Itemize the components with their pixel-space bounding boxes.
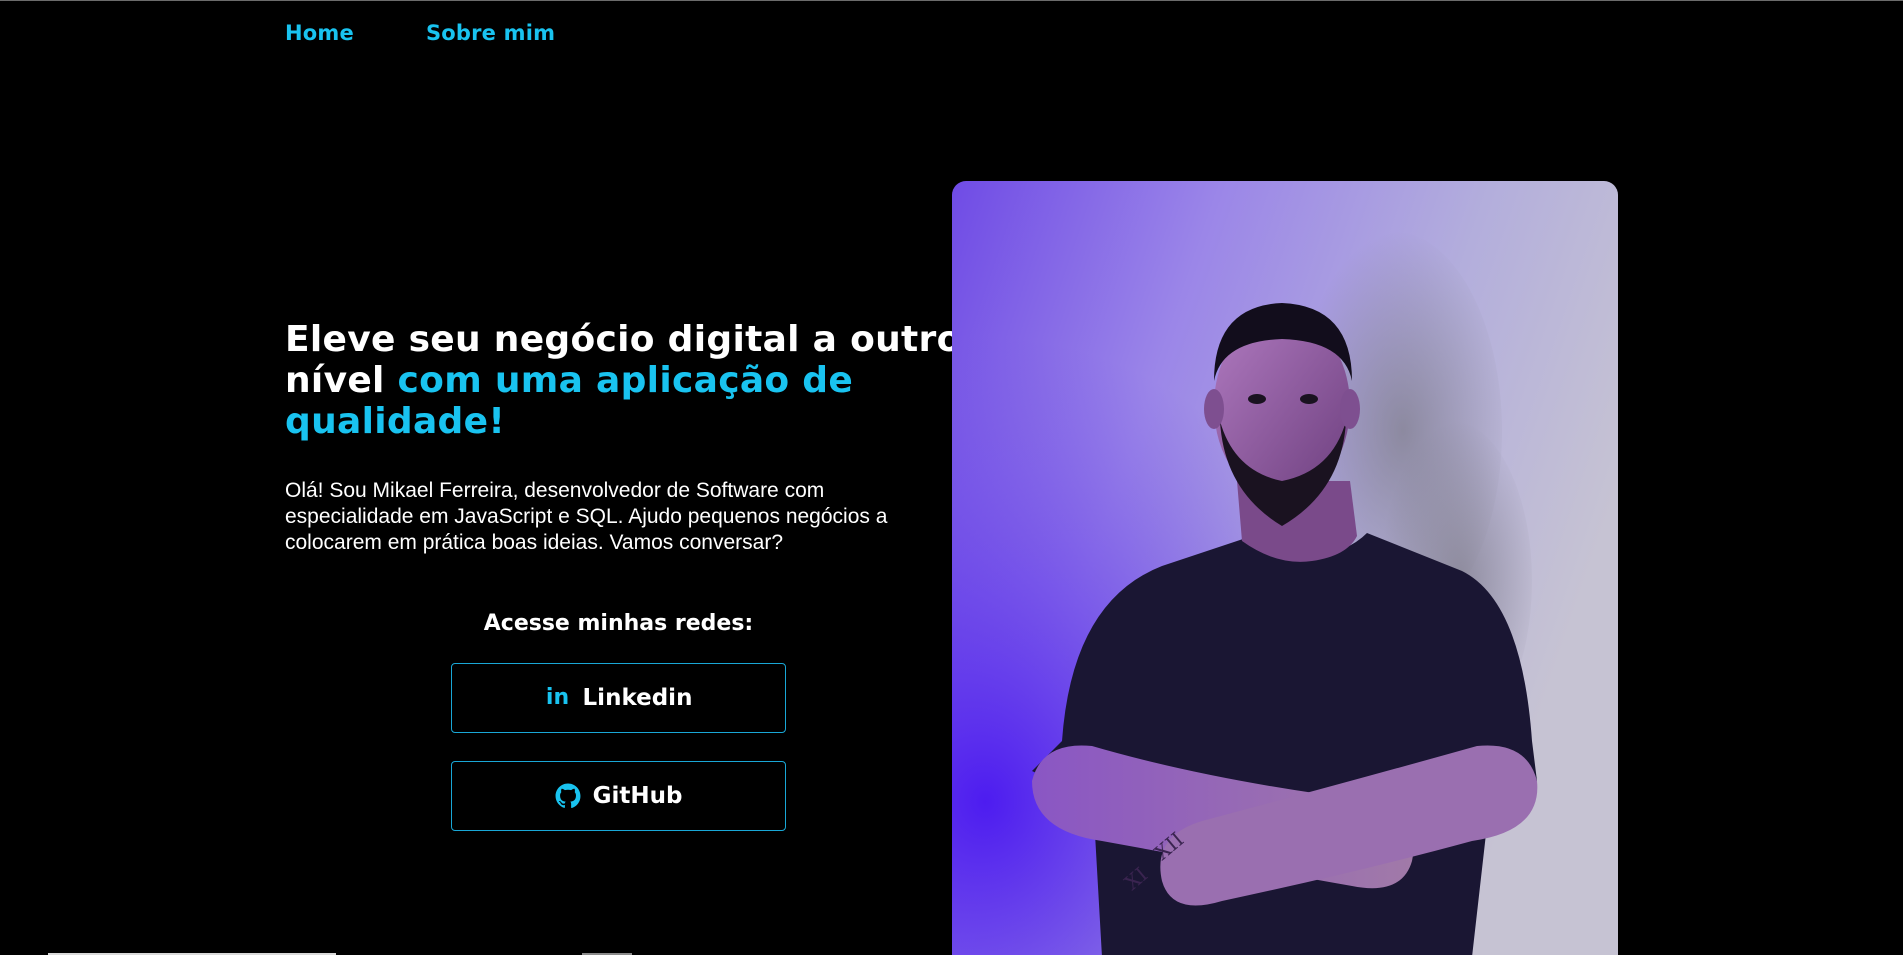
linkedin-icon: in <box>545 685 570 710</box>
main-nav: Home Sobre mim <box>285 21 555 45</box>
github-label: GitHub <box>592 783 683 809</box>
nav-home-link[interactable]: Home <box>285 21 354 45</box>
social-title: Acesse minhas redes: <box>483 611 754 636</box>
nav-about-link[interactable]: Sobre mim <box>426 21 555 45</box>
linkedin-button[interactable]: in Linkedin <box>451 663 786 733</box>
github-icon <box>555 783 581 809</box>
linkedin-label: Linkedin <box>582 685 693 711</box>
github-button[interactable]: GitHub <box>451 761 786 831</box>
profile-photo: XI XII <box>952 181 1618 955</box>
social-section: Acesse minhas redes: in Linkedin GitHub <box>451 611 786 859</box>
hero-intro-text: Olá! Sou Mikael Ferreira, desenvolvedor … <box>285 479 888 554</box>
hero-headline: Eleve seu negócio digital a outro nível … <box>285 319 965 442</box>
hero-section: Eleve seu negócio digital a outro nível … <box>285 319 965 556</box>
